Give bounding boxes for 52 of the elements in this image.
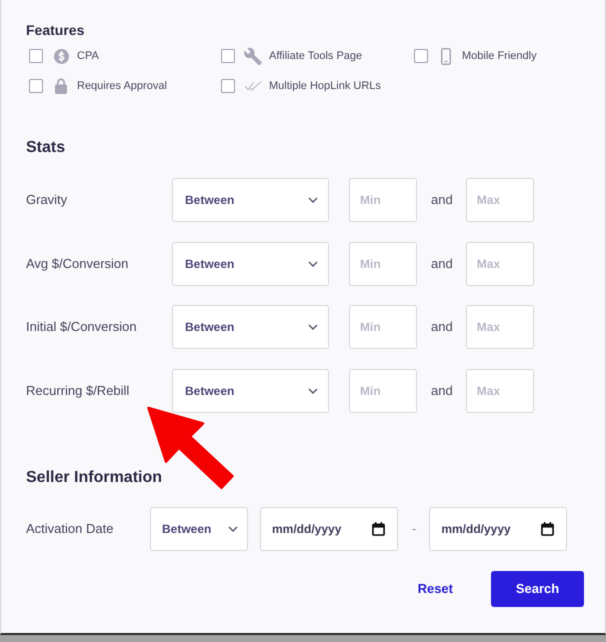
operator-dropdown[interactable]: Between	[172, 242, 329, 286]
connector-text: and	[431, 318, 453, 336]
calendar-icon[interactable]	[372, 522, 385, 536]
max-field[interactable]: Max	[466, 368, 534, 412]
checkbox-label[interactable]: Multiple HopLink URLs	[269, 79, 381, 93]
section-heading: Features	[26, 21, 84, 40]
chevron-down-icon	[308, 197, 318, 203]
chevron-down-icon	[308, 388, 318, 394]
dollar-coin-icon	[54, 48, 68, 64]
date-field[interactable]: mm/dd/yyyy	[260, 506, 398, 550]
operator-dropdown[interactable]: Between	[172, 178, 329, 222]
double-check-icon	[244, 80, 262, 92]
field-label: Initial $/Conversion	[26, 319, 137, 334]
checkbox[interactable]	[221, 79, 235, 93]
reset-link[interactable]: Reset	[410, 570, 461, 606]
field-label: Gravity	[26, 192, 68, 207]
checkbox[interactable]	[29, 79, 43, 93]
separator-text: -	[412, 520, 416, 538]
checkbox-label[interactable]: Mobile Friendly	[462, 49, 537, 63]
max-field[interactable]: Max	[466, 305, 534, 349]
field-label: Avg $/Conversion	[26, 256, 128, 270]
chevron-down-icon	[308, 260, 318, 266]
operator-dropdown[interactable]: Between	[172, 305, 329, 349]
calendar-icon[interactable]	[541, 522, 554, 536]
wrench-icon	[244, 46, 262, 66]
checkbox-label[interactable]: CPA	[77, 49, 99, 63]
checkbox[interactable]	[29, 49, 43, 63]
operator-dropdown[interactable]: Between	[150, 506, 248, 550]
checkbox-label[interactable]: Affiliate Tools Page	[269, 49, 362, 63]
max-field[interactable]: Max	[466, 178, 534, 222]
field-label: Recurring $/Rebill	[26, 382, 130, 398]
mobile-phone-icon	[441, 48, 451, 64]
chevron-down-icon	[308, 324, 318, 330]
min-field[interactable]: Min	[349, 242, 417, 286]
chevron-down-icon	[228, 526, 238, 532]
min-field[interactable]: Min	[349, 305, 417, 349]
connector-text: and	[431, 382, 453, 400]
max-field[interactable]: Max	[466, 242, 534, 286]
lock-icon	[55, 78, 67, 94]
checkbox[interactable]	[414, 49, 428, 63]
checkbox[interactable]	[221, 49, 235, 63]
search-button[interactable]: Search	[491, 570, 584, 606]
field-label: Activation Date	[26, 520, 114, 536]
min-field[interactable]: Min	[349, 178, 417, 222]
min-field[interactable]: Min	[349, 368, 417, 412]
checkbox-label[interactable]: Requires Approval	[77, 79, 167, 93]
connector-text: and	[431, 191, 453, 210]
connector-text: and	[431, 254, 453, 273]
date-field[interactable]: mm/dd/yyyy	[429, 506, 568, 550]
section-heading: Stats	[26, 138, 66, 158]
operator-dropdown[interactable]: Between	[172, 368, 329, 412]
section-heading: Seller Information	[26, 468, 162, 488]
